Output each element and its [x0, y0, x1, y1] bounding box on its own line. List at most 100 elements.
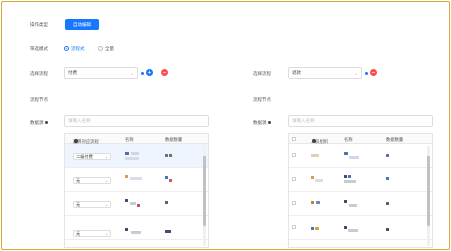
row-name-blur: [125, 152, 129, 155]
table-scrollbar[interactable]: [427, 146, 430, 246]
remove-node-icon[interactable]: −: [161, 69, 168, 76]
chevron-down-icon: ⌄: [105, 202, 108, 207]
left-flow-select-value: 付费: [68, 71, 77, 76]
scrollbar-thumb[interactable]: [203, 156, 206, 226]
row-flow-select-value: 无: [76, 201, 81, 207]
left-flow-select[interactable]: 付费 ⌄: [64, 67, 138, 79]
table-header: 选择对应流程 名称 数据数量: [65, 134, 208, 145]
left-data-table: 选择对应流程 名称 数据数量 二级付费 ⌄ 无 ⌄ 无 ⌄ 无 ⌄: [64, 133, 209, 248]
row-count-blur: [386, 177, 389, 180]
row-name-blur: [344, 152, 348, 155]
row-flow-select-value: 二级付费: [76, 153, 93, 159]
table-row[interactable]: 二级付费 ⌄: [65, 144, 208, 168]
row-name-blur: [344, 200, 347, 203]
row-name-blur: [137, 204, 140, 207]
mode-radio-flow[interactable]: [64, 46, 69, 51]
row-flow-select-value: 无: [76, 230, 81, 236]
table-scrollbar[interactable]: [203, 146, 206, 246]
table-row[interactable]: [289, 144, 432, 168]
col-header: 名称: [125, 137, 134, 143]
row-flow-select[interactable]: 无 ⌄: [73, 201, 111, 208]
auto-edit-button[interactable]: 自动编辑: [65, 19, 99, 30]
row-count-blur: [386, 202, 389, 205]
chevron-down-icon: ⌄: [354, 70, 358, 76]
table-row[interactable]: 无 ⌄: [65, 168, 208, 192]
row-count-blur: [386, 154, 389, 157]
op-type-label: 操作类型: [30, 23, 48, 28]
row-org-blur: [311, 154, 319, 157]
right-data-table: 人员组织 名称 数据数量: [288, 133, 433, 248]
left-flow-label: 选择流程: [30, 72, 48, 77]
row-count-blur: [386, 228, 389, 231]
chevron-down-icon: ⌄: [105, 154, 108, 159]
row-checkbox[interactable]: [292, 177, 296, 181]
info-icon: [312, 139, 316, 143]
table-row[interactable]: 无 ⌄: [65, 192, 208, 216]
row-org-blur: [311, 227, 314, 230]
row-flow-select[interactable]: 无 ⌄: [73, 230, 111, 237]
row-name-blur: [344, 175, 347, 178]
chevron-down-icon: ⌄: [105, 231, 108, 236]
row-count-blur: [169, 154, 172, 157]
mode-radio-flow-label: 流程式: [71, 47, 85, 52]
row-name-blur: [125, 175, 128, 178]
row-flow-select[interactable]: 无 ⌄: [73, 177, 111, 184]
row-name-blur: [344, 180, 356, 183]
remove-node-icon[interactable]: −: [370, 69, 377, 76]
filter-mode-label: 筛选模式: [30, 47, 48, 52]
row-checkbox[interactable]: [292, 153, 296, 157]
right-data-label: 数据源: [253, 120, 271, 126]
left-data-label: 数据源: [30, 120, 48, 126]
connector-dot: [365, 71, 368, 75]
row-count-blur: [165, 154, 168, 157]
row-name-blur: [125, 199, 128, 202]
right-node-label: 流程节点: [253, 98, 271, 103]
chevron-down-icon: ⌄: [130, 70, 134, 76]
scrollbar-thumb[interactable]: [427, 156, 430, 226]
row-count-blur: [165, 201, 168, 204]
select-all-checkbox[interactable]: [292, 137, 296, 141]
col-header: 数据数量: [165, 137, 183, 143]
right-flow-select[interactable]: 退款 ⌄: [288, 67, 362, 79]
row-count-blur: [165, 176, 168, 179]
row-name-blur: [130, 177, 142, 180]
row-checkbox[interactable]: [292, 225, 296, 229]
row-name-blur: [348, 175, 351, 178]
row-name-blur: [125, 157, 139, 160]
table-row[interactable]: [289, 168, 432, 192]
table-header: 人员组织 名称 数据数量: [289, 134, 432, 145]
row-checkbox[interactable]: [292, 201, 296, 205]
right-flow-label: 选择流程: [253, 72, 271, 77]
row-name-blur: [348, 229, 358, 232]
row-org-blur: [315, 179, 323, 182]
right-flow-select-value: 退款: [292, 71, 301, 76]
table-row[interactable]: 无 ⌄: [65, 216, 208, 240]
row-name-blur: [349, 156, 359, 159]
row-name-blur: [130, 202, 136, 205]
mode-radio-all-label: 全量: [105, 47, 114, 52]
row-name-blur: [131, 152, 139, 155]
chevron-down-icon: ⌄: [105, 178, 108, 183]
col-header: 数据数量: [386, 137, 404, 143]
connector-dot: [141, 71, 144, 75]
row-org-blur: [311, 176, 314, 179]
info-icon: [44, 120, 48, 125]
table-row[interactable]: [289, 192, 432, 216]
row-flow-select[interactable]: 二级付费 ⌄: [73, 153, 111, 160]
row-flow-select-value: 无: [76, 177, 81, 183]
row-org-blur: [316, 201, 320, 204]
row-count-blur: [169, 179, 172, 182]
table-row[interactable]: [289, 216, 432, 240]
info-icon: [267, 120, 271, 125]
row-name-blur: [131, 231, 141, 234]
row-count-blur: [165, 230, 171, 233]
right-search-input[interactable]: 请输入名称: [288, 115, 433, 127]
row-name-blur: [125, 228, 128, 231]
col-header: 名称: [344, 137, 353, 143]
left-node-label: 流程节点: [30, 98, 48, 103]
info-icon: [74, 139, 78, 143]
row-org-blur: [311, 201, 314, 204]
add-node-icon[interactable]: +: [146, 69, 153, 76]
mode-radio-all[interactable]: [98, 46, 103, 51]
left-search-input[interactable]: 请输入名称: [64, 115, 209, 127]
